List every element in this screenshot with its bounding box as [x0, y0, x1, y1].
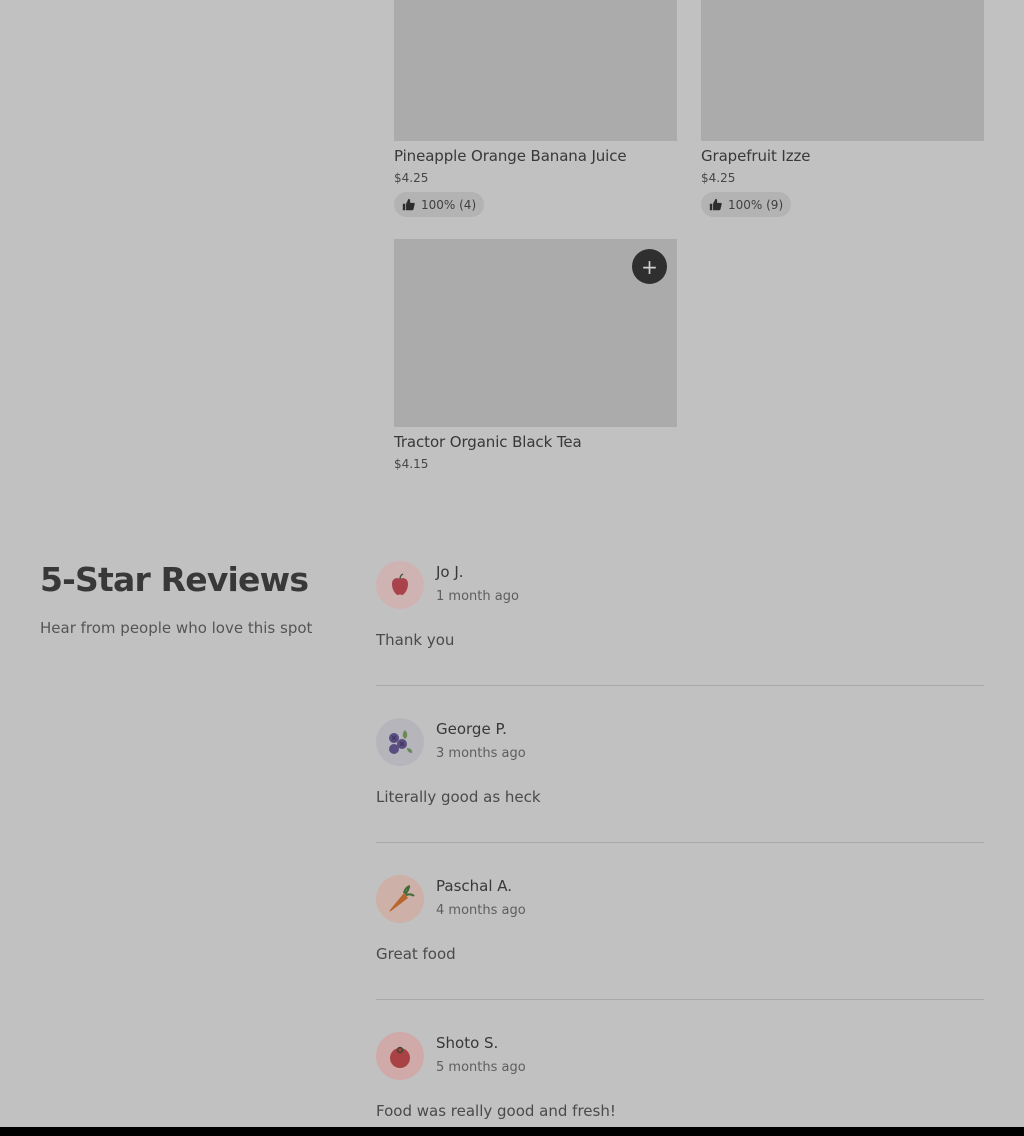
thumbs-up-icon [709, 198, 722, 211]
divider [376, 842, 984, 843]
review-item: George P. 3 months ago Literally good as… [376, 718, 984, 875]
reviewer-name: Paschal A. [436, 877, 513, 895]
reviewer-name: George P. [436, 720, 507, 738]
product-card[interactable]: Grapefruit Izze $4.25 100% (9) [701, 0, 984, 217]
store-page: Pineapple Orange Banana Juice $4.25 100%… [0, 0, 1024, 1136]
product-image[interactable] [394, 0, 677, 141]
reviews-title: 5-Star Reviews [40, 560, 309, 599]
rating-text: 100% (9) [728, 197, 784, 212]
product-price: $4.15 [394, 457, 429, 471]
review-item: Paschal A. 4 months ago Great food [376, 875, 984, 1032]
product-name[interactable]: Grapefruit Izze [701, 146, 984, 166]
rating-badge: 100% (9) [701, 192, 792, 217]
divider [376, 685, 984, 686]
rating-badge: 100% (4) [394, 192, 485, 217]
review-text: Food was really good and fresh! [376, 1102, 616, 1120]
reviewer-name: Shoto S. [436, 1034, 499, 1052]
product-card[interactable]: Pineapple Orange Banana Juice $4.25 100%… [394, 0, 677, 217]
blueberries-icon [389, 730, 413, 754]
review-date: 1 month ago [436, 589, 519, 604]
tomato-icon [390, 1046, 410, 1068]
bottom-edge-bar [0, 1127, 1024, 1136]
reviewer-name: Jo J. [436, 563, 464, 581]
review-date: 5 months ago [436, 1060, 526, 1075]
product-name[interactable]: Pineapple Orange Banana Juice [394, 146, 677, 166]
product-image[interactable]: + [394, 239, 677, 427]
apple-icon [392, 573, 408, 595]
thumbs-up-icon [402, 198, 415, 211]
review-item: Shoto S. 5 months ago Food was really go… [376, 1032, 984, 1136]
product-image[interactable] [701, 0, 984, 141]
avatar [376, 561, 424, 609]
product-card[interactable]: + Tractor Organic Black Tea $4.15 [394, 239, 677, 471]
avatar [376, 718, 424, 766]
review-item: Jo J. 1 month ago Thank you [376, 561, 984, 718]
avatar [376, 1032, 424, 1080]
product-price: $4.25 [394, 171, 429, 185]
review-text: Literally good as heck [376, 788, 541, 806]
review-text: Great food [376, 945, 456, 963]
review-text: Thank you [376, 631, 455, 649]
divider [376, 999, 984, 1000]
add-to-cart-button[interactable]: + [632, 249, 667, 284]
product-price: $4.25 [701, 171, 736, 185]
review-date: 4 months ago [436, 903, 526, 918]
review-date: 3 months ago [436, 746, 526, 761]
reviews-subtitle: Hear from people who love this spot [40, 619, 313, 637]
product-name[interactable]: Tractor Organic Black Tea [394, 432, 677, 452]
avatar [376, 875, 424, 923]
carrot-icon [389, 885, 415, 912]
rating-text: 100% (4) [421, 197, 477, 212]
